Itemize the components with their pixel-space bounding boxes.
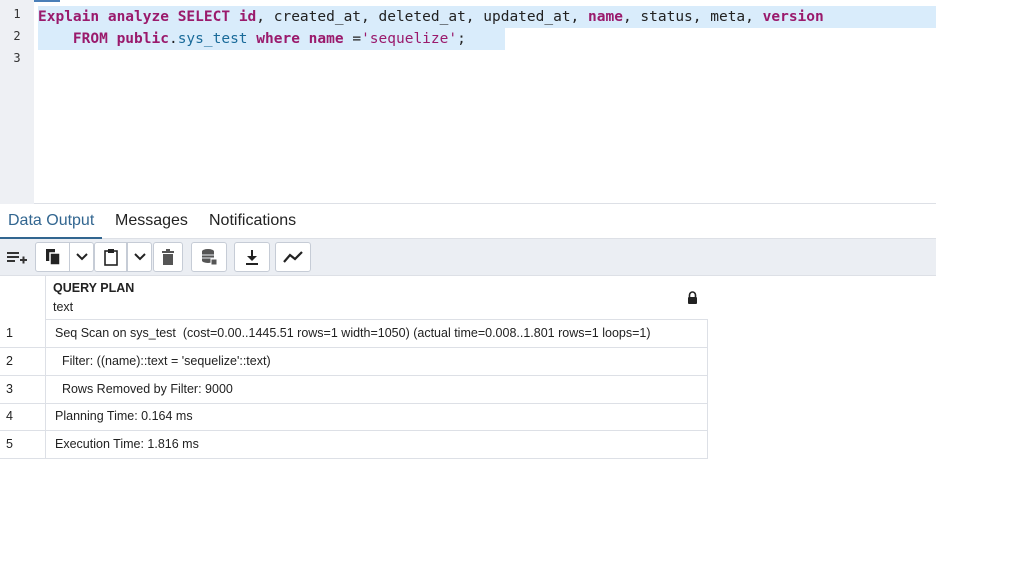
- keyword-public: public: [116, 31, 169, 47]
- row-number[interactable]: 1: [0, 320, 46, 347]
- query-plan-cell[interactable]: Execution Time: 1.816 ms: [46, 431, 706, 458]
- chevron-down-icon: [133, 253, 146, 261]
- keyword-select: SELECT: [177, 9, 231, 25]
- table-name: sys_test: [177, 31, 248, 47]
- code-operator: =: [343, 31, 362, 47]
- table-row[interactable]: 2 Filter: ((name)::text = 'sequelize'::t…: [0, 348, 708, 376]
- line-number: 3: [13, 51, 21, 65]
- row-number[interactable]: 2: [0, 348, 46, 375]
- download-button[interactable]: [234, 242, 270, 272]
- code-columns-text: , status, meta,: [622, 9, 763, 25]
- grid-header: QUERY PLAN text: [0, 276, 708, 320]
- table-row[interactable]: 3 Rows Removed by Filter: 9000: [0, 376, 708, 404]
- copy-button[interactable]: [35, 242, 70, 272]
- paste-icon: [103, 248, 119, 266]
- line-number: 2: [13, 29, 21, 43]
- column-name[interactable]: QUERY PLAN: [53, 281, 134, 295]
- tab-notifications[interactable]: Notifications: [201, 204, 304, 239]
- delete-icon: [161, 249, 175, 265]
- code-line-1[interactable]: Explain analyze SELECT id, created_at, d…: [38, 6, 936, 28]
- column-type: text: [53, 300, 74, 314]
- code-dot: .: [168, 31, 178, 47]
- keyword-analyze: analyze: [107, 9, 169, 25]
- query-plan-cell[interactable]: Filter: ((name)::text = 'sequelize'::tex…: [46, 348, 706, 375]
- row-number[interactable]: 3: [0, 376, 46, 403]
- code-columns-text: , created_at, deleted_at, updated_at,: [256, 9, 589, 25]
- keyword-explain: Explain: [38, 9, 100, 25]
- lock-icon: [687, 291, 698, 309]
- paste-options-dropdown[interactable]: [127, 242, 152, 272]
- chevron-down-icon: [75, 253, 88, 261]
- result-tabs: Data Output Messages Notifications: [0, 204, 936, 239]
- sql-editor[interactable]: 1 2 3 Explain analyze SELECT id, created…: [0, 0, 936, 204]
- line-number: 1: [13, 7, 21, 21]
- data-output-toolbar: [0, 239, 936, 276]
- graph-visualiser-button[interactable]: [275, 242, 311, 272]
- keyword-name: name: [308, 31, 344, 47]
- save-data-button[interactable]: [191, 242, 227, 272]
- copy-options-dropdown[interactable]: [69, 242, 94, 272]
- select-all-cell[interactable]: [0, 276, 46, 320]
- code-semicolon: ;: [457, 31, 466, 47]
- keyword-name: name: [588, 9, 623, 25]
- row-number[interactable]: 5: [0, 431, 46, 458]
- query-plan-cell[interactable]: Rows Removed by Filter: 9000: [46, 376, 706, 403]
- tab-data-output[interactable]: Data Output: [0, 204, 103, 239]
- table-row[interactable]: 5 Execution Time: 1.816 ms: [0, 431, 708, 459]
- add-row-button[interactable]: [0, 242, 34, 272]
- delete-button[interactable]: [153, 242, 183, 272]
- tab-messages[interactable]: Messages: [107, 204, 196, 239]
- query-plan-cell[interactable]: Seq Scan on sys_test (cost=0.00..1445.51…: [46, 320, 706, 347]
- save-data-icon: [200, 248, 218, 266]
- keyword-where: where: [256, 31, 300, 47]
- code-line-2[interactable]: FROM public.sys_test where name ='sequel…: [38, 28, 505, 50]
- keyword-id: id: [238, 9, 257, 25]
- add-row-icon: [6, 249, 28, 265]
- copy-icon: [45, 248, 61, 266]
- graph-icon: [283, 250, 303, 264]
- table-row[interactable]: 1 Seq Scan on sys_test (cost=0.00..1445.…: [0, 320, 708, 348]
- keyword-version-text: version: [762, 9, 824, 25]
- row-number[interactable]: 4: [0, 403, 46, 430]
- download-icon: [245, 249, 259, 265]
- query-plan-cell[interactable]: Planning Time: 0.164 ms: [46, 403, 706, 430]
- paste-button[interactable]: [94, 242, 127, 272]
- line-number-gutter: 1 2 3: [0, 0, 34, 204]
- keyword-from: FROM: [72, 31, 108, 47]
- table-row[interactable]: 4 Planning Time: 0.164 ms: [0, 403, 708, 431]
- string-literal: 'sequelize': [361, 31, 458, 47]
